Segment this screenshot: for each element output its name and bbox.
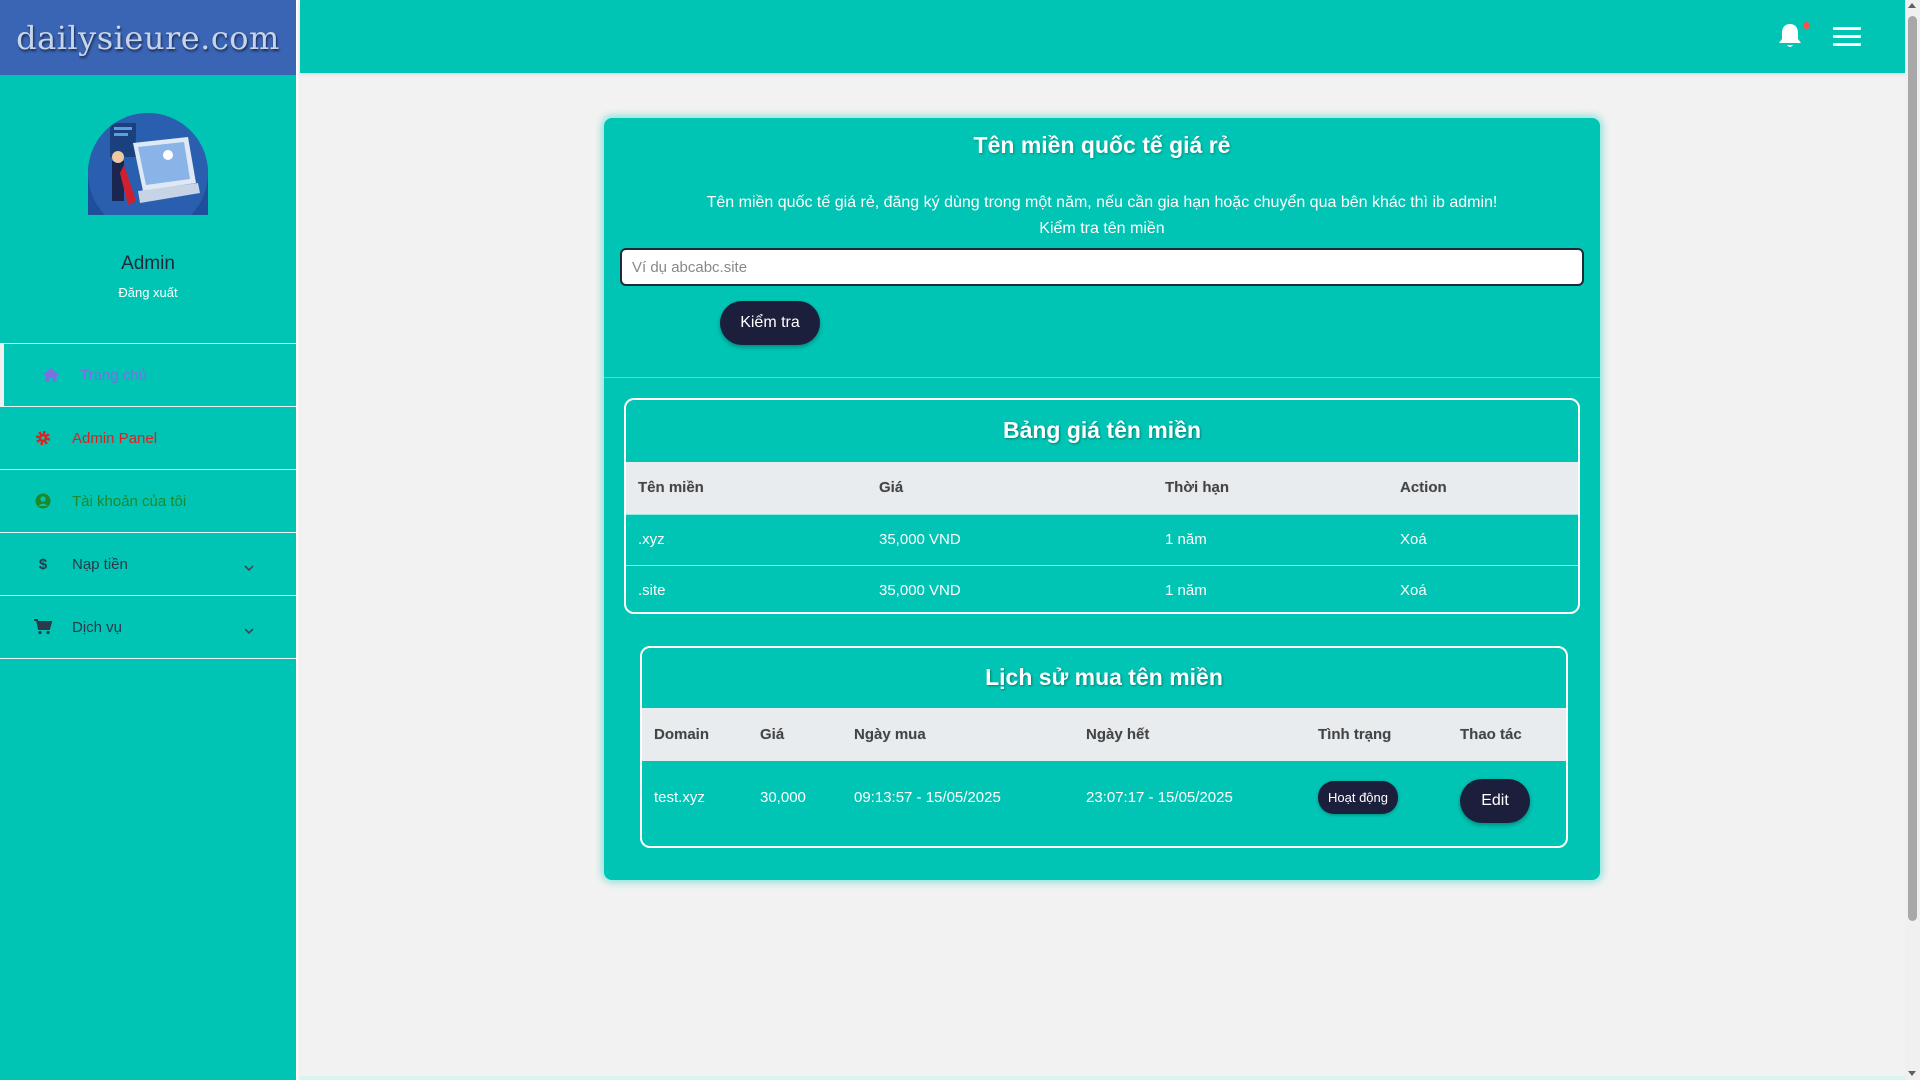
cell-duration: 1 năm (1153, 513, 1388, 565)
sidebar-item-home[interactable]: Trang chủ (0, 344, 296, 407)
cell-domain: .xyz (626, 513, 867, 565)
price-table-section: Bảng giá tên miền Tên miền Giá Thời hạn … (624, 398, 1580, 614)
home-icon (42, 366, 60, 384)
check-domain-button[interactable]: Kiểm tra (720, 301, 820, 345)
sidebar: dailysieure.com Admin Đăng xuất Trang ch… (0, 0, 298, 1080)
page-title: Tên miền quốc tế giá rẻ (973, 132, 1231, 158)
divider (604, 377, 1600, 378)
sidebar-item-deposit[interactable]: $ Nạp tiền (0, 533, 296, 596)
delete-link[interactable]: Xoá (1388, 564, 1578, 612)
sidebar-item-my-account[interactable]: Tài khoản của tôi (0, 470, 296, 533)
column-header: Action (1388, 462, 1578, 514)
check-domain-label: Kiểm tra tên miền (1039, 220, 1165, 237)
profile-name: Admin (121, 253, 175, 274)
cell-purchase-date: 09:13:57 - 15/05/2025 (854, 788, 1001, 806)
cell-action: Edit (1448, 761, 1566, 833)
table-row: .site 35,000 VND 1 năm Xoá (626, 564, 1578, 612)
scroll-down-icon[interactable] (1908, 1071, 1916, 1076)
sidebar-nav: Trang chủ Admin Panel Tài khoản của tôi … (0, 343, 296, 659)
scroll-thumb[interactable] (1908, 16, 1917, 921)
column-header: Thao tác (1448, 708, 1566, 761)
domain-card: Tên miền quốc tế giá rẻ Tên miền quốc tế… (604, 118, 1600, 880)
menu-icon[interactable] (1833, 27, 1861, 47)
chevron-down-icon[interactable] (244, 622, 254, 639)
edit-button[interactable]: Edit (1460, 779, 1530, 823)
logout-link[interactable]: Đăng xuất (0, 285, 296, 300)
description-text: Tên miền quốc tế giá rẻ, đăng ký dùng tr… (706, 194, 1498, 211)
column-header: Thời hạn (1153, 462, 1388, 514)
cell-status: Hoạt động (1306, 761, 1448, 833)
avatar (88, 113, 208, 215)
price-table: Tên miền Giá Thời hạn Action .xyz 35,000… (626, 462, 1578, 612)
brand-header[interactable]: dailysieure.com (0, 0, 296, 75)
status-badge: Hoạt động (1318, 780, 1398, 814)
sidebar-item-admin-panel[interactable]: Admin Panel (0, 407, 296, 470)
footer-line (300, 1076, 1905, 1080)
column-header: Ngày mua (842, 708, 1074, 761)
scrollbar[interactable] (1905, 0, 1920, 1080)
sidebar-item-label: Admin Panel (72, 429, 158, 447)
cell-price: 35,000 VND (867, 513, 1153, 565)
price-table-title: Bảng giá tên miền (1002, 417, 1202, 443)
table-header-row: Tên miền Giá Thời hạn Action (626, 462, 1578, 514)
history-table-title: Lịch sử mua tên miền (985, 664, 1223, 690)
purchase-history-section: Lịch sử mua tên miền Domain Giá Ngày mua… (640, 646, 1568, 848)
cell-duration: 1 năm (1153, 564, 1388, 612)
table-row: .xyz 35,000 VND 1 năm Xoá (626, 513, 1578, 565)
sidebar-item-label: Dịch vụ (72, 618, 123, 636)
cart-icon (34, 618, 52, 636)
column-header: Giá (748, 708, 842, 761)
sidebar-item-label: Nạp tiền (72, 555, 128, 573)
cell-domain: test.xyz (654, 788, 705, 806)
profile-section: Admin Đăng xuất (0, 75, 296, 343)
user-circle-icon (34, 492, 52, 510)
column-header: Tình trạng (1306, 708, 1448, 761)
history-table: Domain Giá Ngày mua Ngày hết Tình trạng … (642, 708, 1566, 833)
cell-price: 35,000 VND (867, 564, 1153, 612)
column-header: Giá (867, 462, 1153, 514)
bell-icon[interactable] (1777, 22, 1803, 55)
column-header: Domain (642, 708, 748, 761)
sidebar-item-label: Tài khoản của tôi (72, 492, 187, 510)
delete-link[interactable]: Xoá (1388, 513, 1578, 565)
notification-dot (1803, 22, 1810, 29)
scroll-up-icon[interactable] (1908, 3, 1916, 8)
cell-price: 30,000 (760, 788, 806, 806)
dollar-icon: $ (38, 555, 48, 573)
topbar (300, 0, 1905, 73)
cell-expiry-date: 23:07:17 - 15/05/2025 (1086, 788, 1233, 806)
sidebar-item-label: Trang chủ (80, 366, 147, 384)
column-header: Ngày hết (1074, 708, 1306, 761)
sidebar-item-services[interactable]: Dịch vụ (0, 596, 296, 659)
table-header-row: Domain Giá Ngày mua Ngày hết Tình trạng … (642, 708, 1566, 761)
brand-logo-text[interactable]: dailysieure.com (16, 19, 280, 57)
table-row: test.xyz 30,000 09:13:57 - 15/05/2025 23… (642, 761, 1566, 833)
cell-domain: .site (626, 564, 867, 612)
chevron-down-icon[interactable] (244, 559, 254, 576)
page-description: Tên miền quốc tế giá rẻ, đăng ký dùng tr… (604, 190, 1600, 242)
domain-search-input[interactable] (620, 248, 1584, 286)
gear-icon (34, 429, 52, 447)
column-header: Tên miền (626, 462, 867, 514)
